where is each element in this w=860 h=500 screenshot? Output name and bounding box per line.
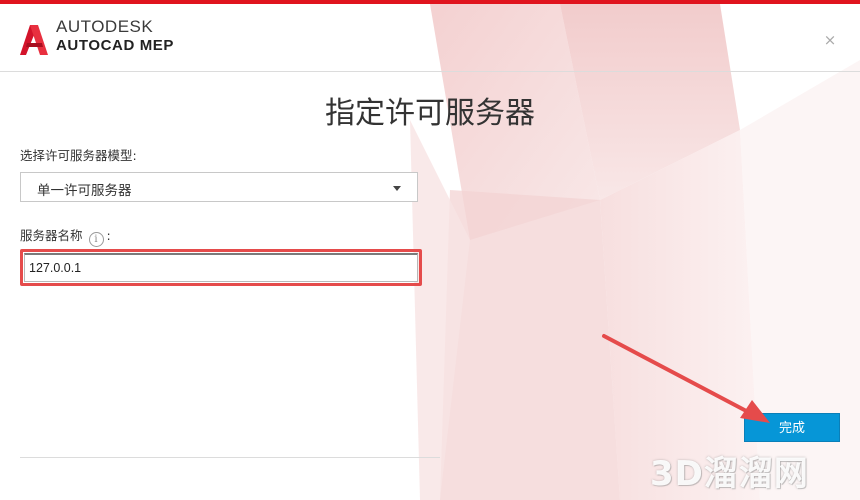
server-name-label-colon: :: [106, 228, 111, 243]
autodesk-a-logo-icon: [20, 25, 48, 55]
brand-product: AUTOCAD MEP: [56, 37, 174, 54]
close-icon[interactable]: ×: [822, 32, 838, 48]
server-name-input[interactable]: [24, 253, 418, 282]
server-name-label-row: 服务器名称 i:: [20, 225, 111, 247]
server-model-select[interactable]: 单一许可服务器: [20, 172, 418, 202]
info-icon[interactable]: i: [88, 232, 104, 247]
license-server-dialog: AUTODESK AUTOCAD MEP × 指定许可服务器 选择许可服务器模型…: [0, 0, 860, 500]
footer-divider: [20, 457, 440, 458]
chevron-down-icon: [393, 186, 401, 191]
watermark: 3D溜溜网: [650, 454, 809, 494]
finish-button[interactable]: 完成: [744, 413, 840, 442]
server-model-value: 单一许可服务器: [37, 183, 132, 199]
header: AUTODESK AUTOCAD MEP ×: [0, 4, 860, 71]
server-model-label: 选择许可服务器模型:: [20, 148, 137, 163]
page-title: 指定许可服务器: [325, 96, 535, 131]
server-name-label: 服务器名称: [20, 228, 83, 243]
header-divider: [0, 71, 860, 72]
brand: AUTODESK AUTOCAD MEP: [56, 18, 174, 53]
brand-company: AUTODESK: [56, 17, 154, 36]
